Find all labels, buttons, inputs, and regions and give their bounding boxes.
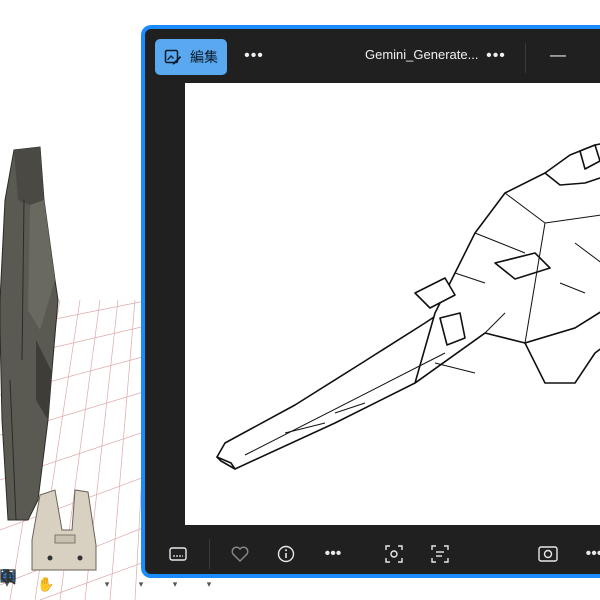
slideshow-icon[interactable] [535,541,561,567]
pan-hand-icon[interactable]: ✋ [36,575,56,595]
edit-button-label: 編集 [190,49,218,65]
fit-icon[interactable] [1,570,100,595]
cad-model-stand [31,489,97,571]
edit-button[interactable]: 編集 [155,39,227,75]
photo-viewer-window: 編集 ••• Gemini_Generate... ••• — ••• •• [141,25,600,578]
viewer-titlebar: 編集 ••• Gemini_Generate... ••• — [145,29,600,87]
more-icon[interactable]: ••• [581,541,600,567]
info-icon[interactable] [273,541,299,567]
spaceship-line-drawing [216,143,600,470]
more-options-button[interactable]: ••• [241,45,267,67]
more-icon[interactable]: ••• [320,541,346,567]
visual-search-icon[interactable] [381,541,407,567]
file-name-title: Gemini_Generate... [365,47,479,62]
edit-image-icon [164,49,182,65]
file-more-options-button[interactable]: ••• [483,45,509,67]
dropdown-arrow-icon[interactable]: ▾ [136,575,146,595]
minimize-button[interactable]: — [545,45,571,67]
text-scan-icon[interactable] [427,541,453,567]
dropdown-arrow-icon[interactable]: ▾ [102,575,112,595]
titlebar-divider [525,43,526,73]
bottombar-divider [209,539,210,569]
viewer-bottom-toolbar: ••• ••• [145,529,600,574]
cad-model-tower [0,146,59,521]
favorite-heart-icon[interactable] [227,541,253,567]
filmstrip-icon[interactable] [165,541,191,567]
zoom-icon[interactable]: ± [1,570,78,595]
image-canvas[interactable] [185,83,600,525]
display-settings-icon[interactable] [0,569,134,595]
